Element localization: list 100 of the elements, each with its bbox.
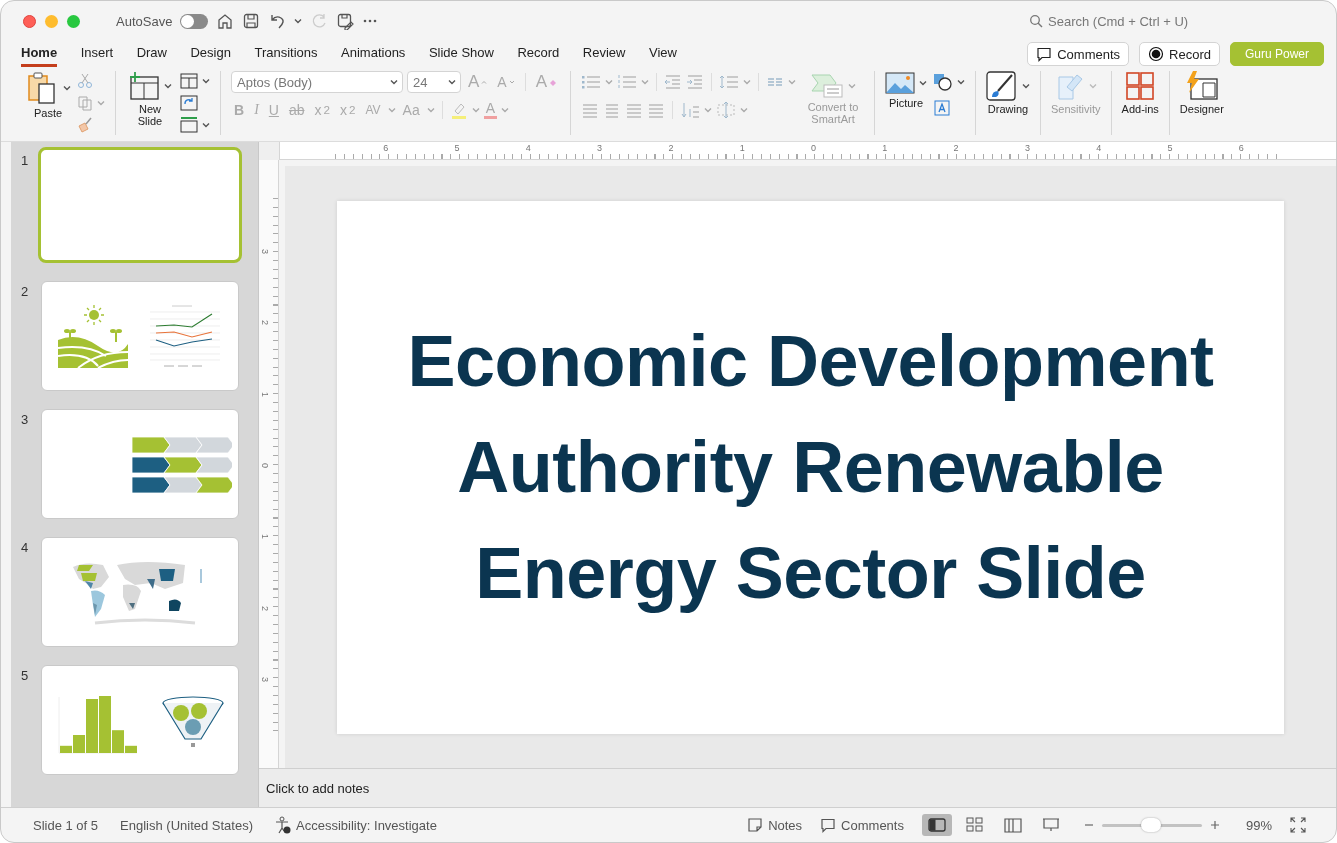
numbering-icon[interactable] <box>617 74 638 90</box>
accessibility-icon <box>275 816 291 834</box>
language[interactable]: English (United States) <box>120 817 253 833</box>
home-icon[interactable] <box>216 12 235 30</box>
align-right-icon[interactable] <box>625 102 644 118</box>
ruler-number: 0 <box>260 463 269 468</box>
picture-button[interactable]: Picture <box>885 71 928 109</box>
slide-thumbnail[interactable] <box>38 147 242 263</box>
caret-icon[interactable] <box>294 18 303 24</box>
zoom-in-icon[interactable] <box>1209 820 1220 830</box>
justify-icon[interactable] <box>647 102 666 118</box>
ribbon-tab[interactable]: Insert <box>80 41 114 67</box>
ruler-number: 2 <box>260 605 269 611</box>
ruler-number: 5 <box>1167 144 1173 153</box>
record-icon <box>1148 46 1165 62</box>
zoom-slider[interactable] <box>1101 818 1202 832</box>
decrease-indent-icon[interactable] <box>664 74 683 90</box>
zoom-button[interactable] <box>67 14 80 28</box>
slide-thumbnail[interactable] <box>41 409 239 519</box>
align-text-icon[interactable] <box>716 101 737 119</box>
view-button[interactable] <box>921 814 952 836</box>
minimize-button[interactable] <box>45 14 58 28</box>
ribbon-tab[interactable]: Home <box>21 41 58 67</box>
caret-icon[interactable] <box>448 79 456 85</box>
caret-icon[interactable] <box>202 122 210 128</box>
reset-icon[interactable] <box>180 95 198 111</box>
search-field[interactable]: Search (Cmd + Ctrl + U) <box>1029 13 1208 29</box>
text-box-icon[interactable] <box>933 99 952 117</box>
fit-to-window-icon[interactable] <box>1290 817 1306 833</box>
ribbon-tab[interactable]: Transitions <box>254 41 318 67</box>
ruler-number: 4 <box>525 144 531 153</box>
autosave-toggle[interactable] <box>180 13 209 29</box>
add-ins-icon <box>1125 71 1156 101</box>
slide-number: 2 <box>20 283 30 299</box>
presentation-icon[interactable] <box>1041 817 1060 833</box>
ribbon-tab[interactable]: Review <box>582 41 626 67</box>
notes-button[interactable]: Notes <box>747 817 803 833</box>
ruler-number: 1 <box>260 391 269 397</box>
caret-icon[interactable] <box>919 80 928 86</box>
slide-thumbnail[interactable] <box>41 537 239 647</box>
slide-thumbnail[interactable] <box>41 665 239 775</box>
format-painter-icon[interactable] <box>77 117 93 133</box>
comments-button[interactable]: Comments <box>1027 42 1130 66</box>
save-as-icon[interactable] <box>336 12 355 30</box>
highlighter-icon[interactable] <box>449 101 468 119</box>
slider-thumb[interactable] <box>1140 818 1161 832</box>
line-spacing-icon[interactable] <box>719 74 740 90</box>
ribbon-tab[interactable]: Slide Show <box>428 41 494 67</box>
font-size-field[interactable]: 24 <box>407 71 461 93</box>
slide-grid-icon[interactable] <box>965 817 984 833</box>
increase-indent-icon[interactable] <box>686 74 705 90</box>
ruler-number: 5 <box>454 144 460 153</box>
slide-canvas[interactable]: Economic Development Authority Renewable Energy Sector Slide <box>337 200 1284 734</box>
ribbon-tab[interactable]: Draw <box>136 41 167 67</box>
save-icon[interactable] <box>242 12 261 30</box>
paste-button[interactable]: Paste <box>25 71 71 119</box>
ribbon-tab[interactable]: Animations <box>341 41 406 67</box>
caret-icon[interactable] <box>164 83 172 89</box>
caret-icon[interactable] <box>1022 83 1031 89</box>
undo-icon[interactable] <box>268 12 287 30</box>
section-icon[interactable] <box>180 117 198 133</box>
caret-icon[interactable] <box>202 78 210 84</box>
caret-icon[interactable] <box>63 85 71 91</box>
add-ins-button[interactable]: Add-ins <box>1121 71 1159 115</box>
ribbon-tab[interactable]: Record <box>517 41 560 67</box>
brush-canvas-icon <box>986 71 1019 101</box>
ruler-number: 3 <box>597 144 603 153</box>
ruler-number: 0 <box>811 144 816 153</box>
caret-icon[interactable] <box>390 79 398 85</box>
slide-number: 5 <box>20 667 30 683</box>
scissors-icon[interactable] <box>77 73 93 89</box>
ruler-number: 4 <box>1096 144 1102 153</box>
slide-number: 4 <box>20 539 30 555</box>
text-direction-icon[interactable] <box>680 101 701 119</box>
ruler-number: 2 <box>953 144 959 153</box>
ribbon-tab[interactable]: View <box>648 41 677 67</box>
chat-bubble-icon <box>820 817 837 833</box>
shapes-icon[interactable] <box>933 73 954 91</box>
align-left-icon[interactable] <box>581 102 600 118</box>
designer-button[interactable]: Designer <box>1179 71 1224 115</box>
caret-icon[interactable] <box>957 79 966 85</box>
notes-field[interactable]: Click to add notes <box>266 780 566 796</box>
accessibility-button[interactable]: Accessibility: Investigate <box>275 816 437 834</box>
record-button[interactable]: Record <box>1139 42 1220 66</box>
copy-icon[interactable] <box>77 95 93 111</box>
book-icon[interactable] <box>1003 817 1022 833</box>
normal-view-icon[interactable] <box>927 818 946 832</box>
zoom-percentage[interactable]: 99% <box>1245 817 1272 833</box>
layout-icon[interactable] <box>180 73 198 89</box>
ruler-number: 6 <box>383 144 389 153</box>
ruler-number: 3 <box>1024 144 1030 153</box>
comments-button[interactable]: Comments <box>820 817 904 833</box>
font-field[interactable]: Aptos (Body) <box>231 71 403 93</box>
new-slide-button[interactable]: New Slide <box>126 71 174 127</box>
bullets-icon[interactable] <box>581 74 602 90</box>
drawing-button[interactable]: Drawing <box>986 71 1031 115</box>
new-slide-icon <box>128 71 160 101</box>
slide-thumbnail[interactable] <box>41 281 239 391</box>
ribbon-tab[interactable]: Design <box>190 41 231 67</box>
close-button[interactable] <box>23 14 36 28</box>
